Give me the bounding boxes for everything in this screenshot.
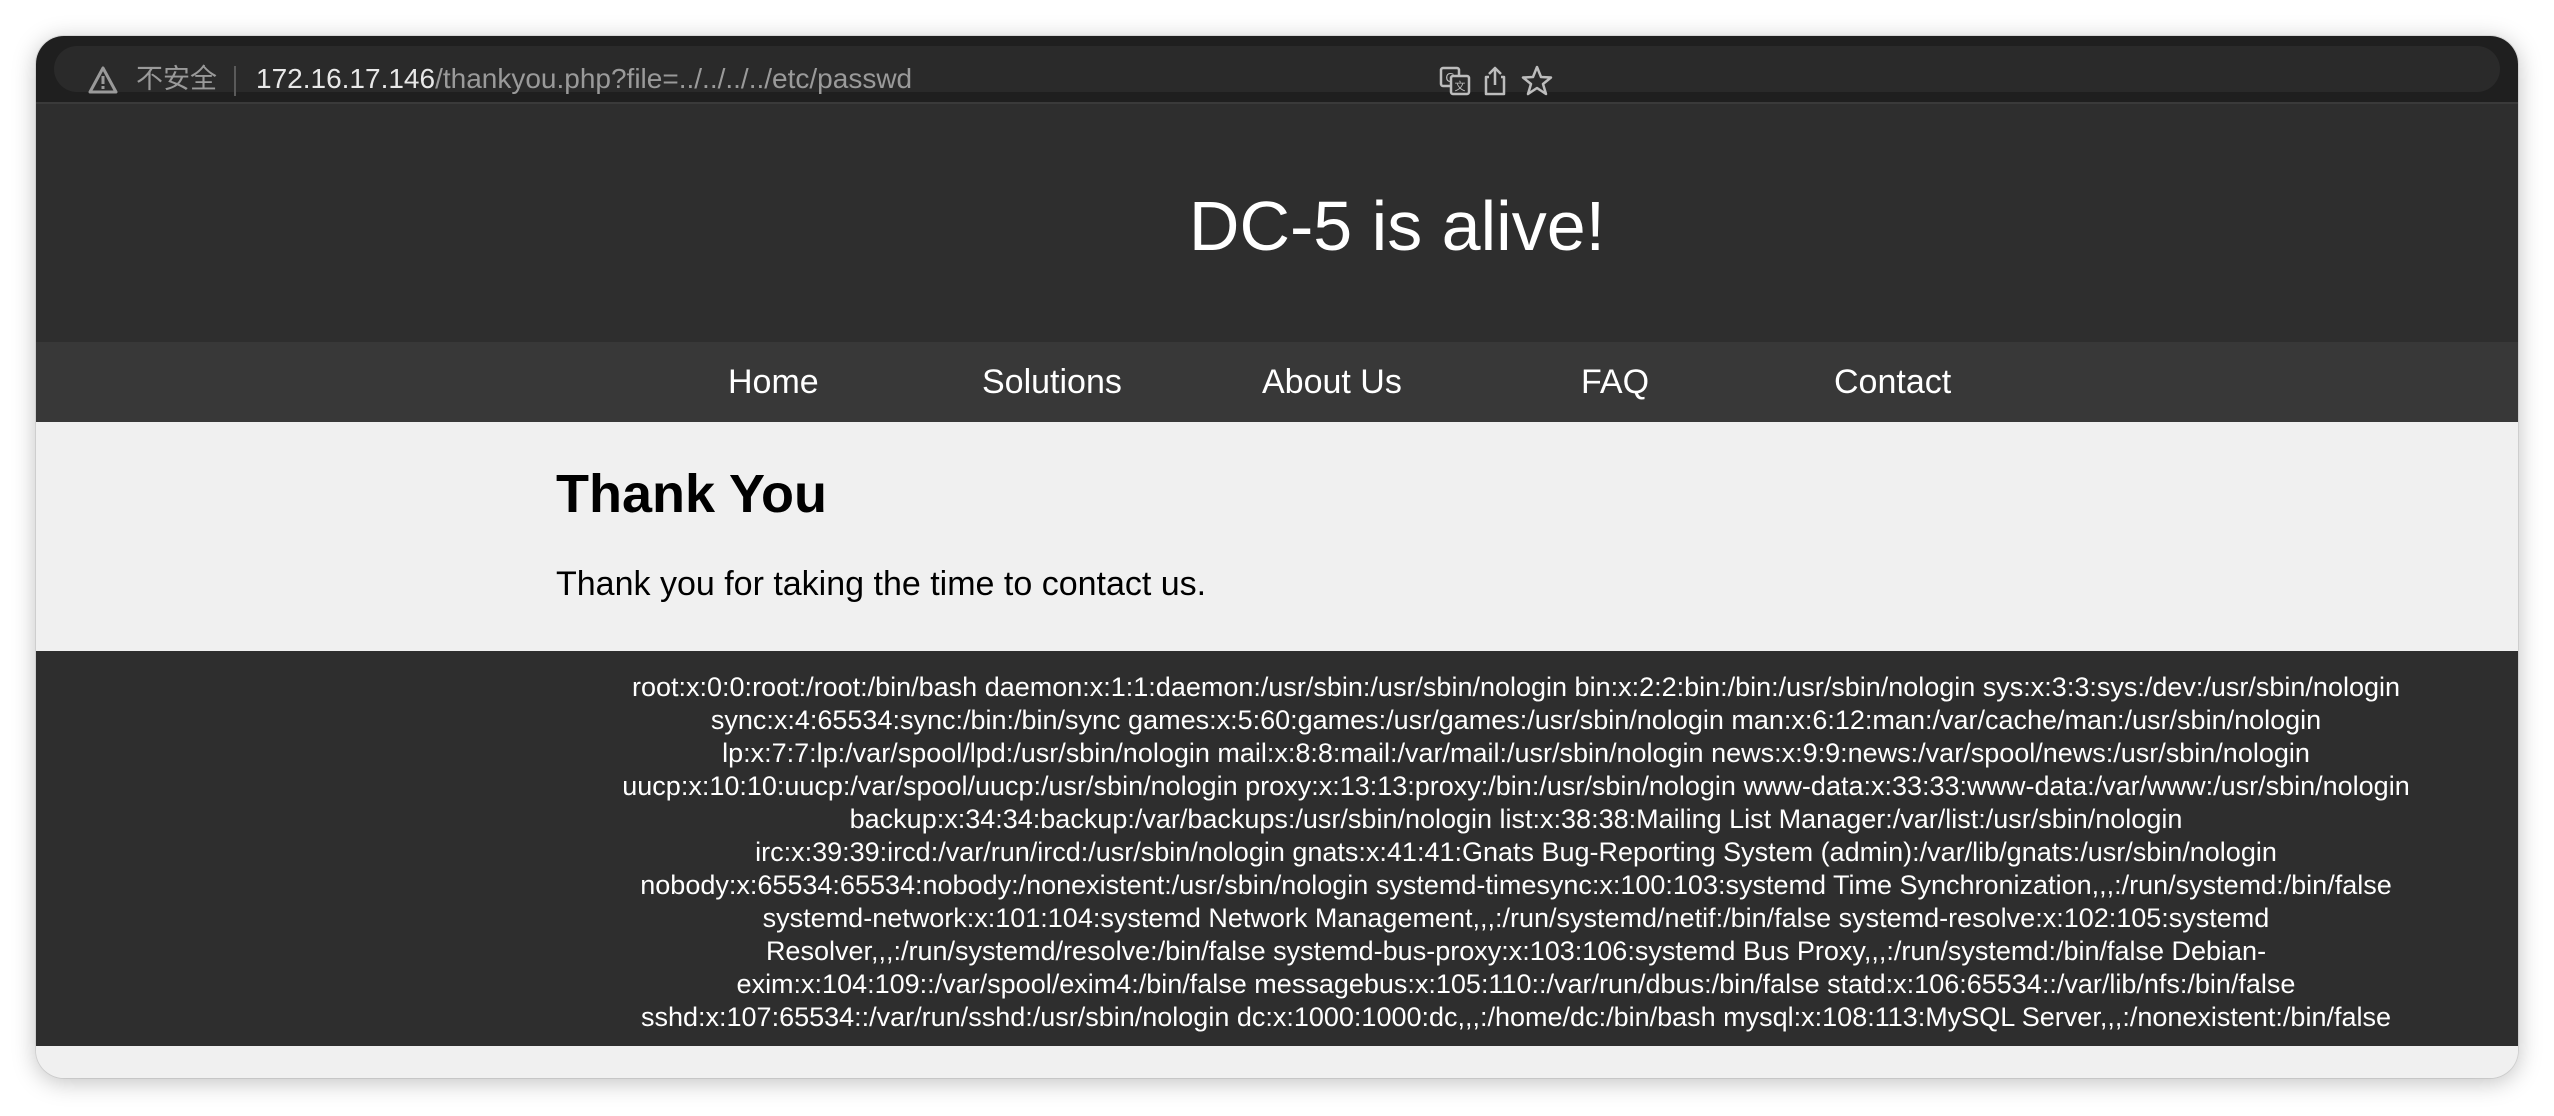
site-nav: Home Solutions About Us FAQ Contact	[36, 342, 2518, 422]
passwd-line: systemd-network:x:101:104:systemd Networ…	[762, 903, 2270, 933]
passwd-line: Resolver,,,:/run/systemd/resolve:/bin/fa…	[765, 936, 2267, 966]
url-path: /thankyou.php?file=../../../../etc/passw…	[435, 63, 913, 94]
site-footer: root:x:0:0:root:/root:/bin/bash daemon:x…	[36, 651, 2518, 1046]
translate-icon[interactable]: G 文	[1438, 64, 1472, 98]
browser-window: 不安全 172.16.17.146/thankyou.php?file=../.…	[36, 36, 2518, 1078]
security-label[interactable]: 不安全	[136, 62, 217, 96]
main-content: Thank You Thank you for taking the time …	[36, 422, 2518, 651]
address-bar[interactable]: 不安全 172.16.17.146/thankyou.php?file=../.…	[54, 46, 2500, 96]
passwd-line: exim:x:104:109::/var/spool/exim4:/bin/fa…	[736, 969, 2296, 999]
warning-icon[interactable]	[88, 66, 118, 94]
passwd-line: irc:x:39:39:ircd:/var/run/ircd:/usr/sbin…	[755, 837, 2277, 867]
site-title: DC-5 is alive!	[1188, 187, 1606, 265]
passwd-line: lp:x:7:7:lp:/var/spool/lpd:/usr/sbin/nol…	[722, 738, 2310, 768]
share-icon[interactable]	[1478, 64, 1512, 98]
nav-home-link[interactable]: Home	[728, 362, 819, 402]
url-text[interactable]: 172.16.17.146/thankyou.php?file=../../..…	[256, 61, 912, 97]
svg-text:文: 文	[1455, 79, 1466, 93]
passwd-output: root:x:0:0:root:/root:/bin/bash daemon:x…	[551, 671, 2481, 1034]
bookmark-star-icon[interactable]	[1520, 64, 1554, 98]
nav-contact-link[interactable]: Contact	[1834, 362, 1951, 402]
thank-you-message: Thank you for taking the time to contact…	[556, 565, 1207, 603]
url-host: 172.16.17.146	[256, 63, 436, 94]
passwd-line: sshd:x:107:65534::/var/run/sshd:/usr/sbi…	[640, 1002, 2391, 1032]
browser-toolbar: 不安全 172.16.17.146/thankyou.php?file=../.…	[36, 36, 2518, 104]
passwd-line: sync:x:4:65534:sync:/bin:/bin/sync games…	[710, 705, 2322, 735]
url-separator	[234, 66, 236, 96]
nav-about-us-link[interactable]: About Us	[1262, 362, 1402, 402]
web-page: DC-5 is alive! Home Solutions About Us F…	[36, 104, 2518, 1078]
passwd-line: uucp:x:10:10:uucp:/var/spool/uucp:/usr/s…	[622, 771, 2410, 801]
page-bottom	[36, 1046, 2518, 1078]
site-header: DC-5 is alive!	[36, 104, 2518, 342]
passwd-line: nobody:x:65534:65534:nobody:/nonexistent…	[640, 870, 2392, 900]
passwd-line: backup:x:34:34:backup:/var/backups:/usr/…	[849, 804, 2183, 834]
nav-solutions-link[interactable]: Solutions	[982, 362, 1122, 402]
page-heading: Thank You	[556, 464, 828, 524]
nav-faq-link[interactable]: FAQ	[1581, 362, 1649, 402]
passwd-line: root:x:0:0:root:/root:/bin/bash daemon:x…	[632, 672, 2400, 702]
